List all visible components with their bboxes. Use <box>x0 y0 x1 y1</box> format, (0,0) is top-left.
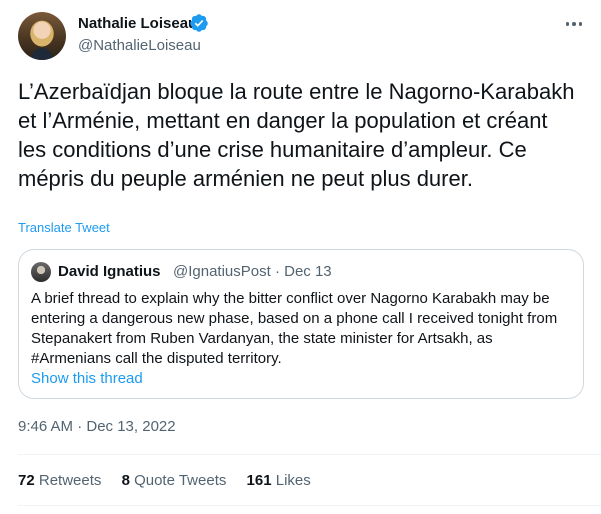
author-handle[interactable]: @NathalieLoiseau <box>78 37 201 54</box>
quoted-meta: @IgnatiusPost · Dec 13 <box>173 263 332 280</box>
author-avatar[interactable] <box>18 12 66 60</box>
quoted-date: Dec 13 <box>284 263 332 280</box>
author-name[interactable]: Nathalie Loiseau <box>78 15 197 32</box>
divider <box>18 454 601 455</box>
quote-tweets-label: Quote Tweets <box>134 472 227 489</box>
engagement-stats: 72 Retweets 8 Quote Tweets 161 Likes <box>18 472 327 489</box>
divider <box>18 505 601 506</box>
likes-label: Likes <box>275 472 311 489</box>
likes-count: 161 <box>246 472 272 489</box>
tweet-timestamp[interactable]: 9:46 AM · Dec 13, 2022 <box>18 418 176 435</box>
quoted-separator: · <box>274 263 280 280</box>
quote-tweets-stat[interactable]: 8 Quote Tweets <box>122 472 227 489</box>
retweets-label: Retweets <box>38 472 102 489</box>
likes-stat[interactable]: 161 Likes <box>247 472 311 489</box>
translate-tweet-link[interactable]: Translate Tweet <box>18 220 110 235</box>
show-thread-link[interactable]: Show this thread <box>31 370 143 387</box>
retweets-stat[interactable]: 72 Retweets <box>18 472 101 489</box>
quoted-tweet-card[interactable]: David Ignatius @IgnatiusPost · Dec 13 A … <box>18 249 584 399</box>
more-options-icon[interactable] <box>562 12 586 36</box>
quoted-author-avatar <box>31 262 51 282</box>
quoted-author-handle: @IgnatiusPost <box>173 263 271 280</box>
quoted-tweet-text: A brief thread to explain why the bitter… <box>31 290 558 367</box>
tweet-text: L’Azerbaïdjan bloque la route entre le N… <box>18 79 575 191</box>
quote-tweets-count: 8 <box>121 472 130 489</box>
retweets-count: 72 <box>18 472 35 489</box>
verified-badge-icon <box>190 14 208 32</box>
quoted-author-name: David Ignatius <box>58 263 161 280</box>
